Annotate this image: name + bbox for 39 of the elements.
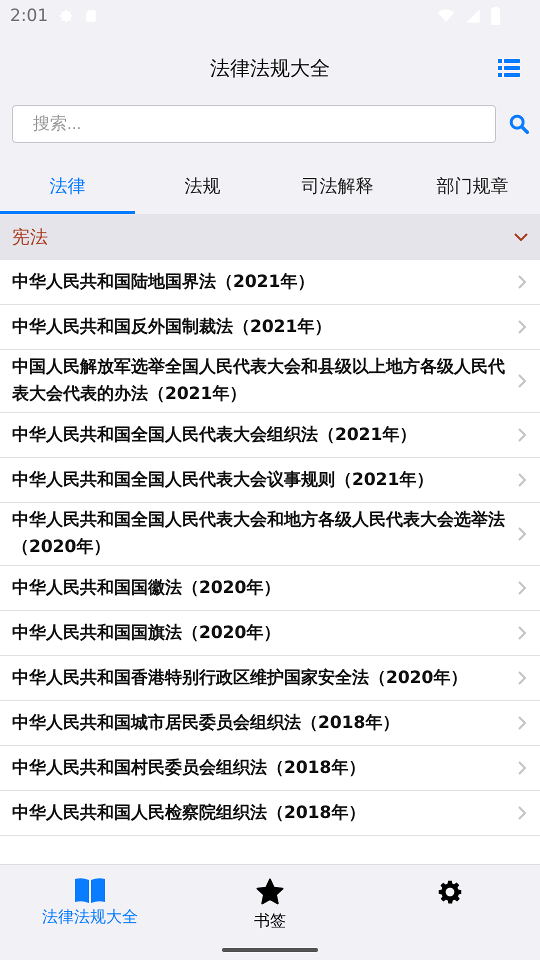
section-header[interactable]: 宪法 (0, 214, 540, 260)
chevron-icon (518, 716, 526, 730)
chevron-icon (514, 232, 528, 242)
star-icon (255, 877, 285, 907)
book-icon (74, 877, 106, 903)
search-field[interactable]: 搜索... (12, 105, 496, 143)
chevron-icon (518, 527, 526, 541)
law-list-item[interactable]: 中华人民共和国村民委员会组织法（2018年） (0, 746, 540, 791)
chevron-icon (518, 428, 526, 442)
law-list-item[interactable]: 中华人民共和国全国人民代表大会议事规则（2021年） (0, 458, 540, 503)
status-time: 2:01 (10, 6, 48, 26)
law-list-item[interactable]: 中华人民共和国全国人民代表大会和地方各级人民代表大会选举法（2020年） (0, 503, 540, 566)
chevron-icon (518, 581, 526, 595)
tab[interactable]: 法规 (135, 160, 270, 214)
chevron-icon (518, 761, 526, 775)
chevron-icon (518, 320, 526, 334)
app-title: 法律法规大全 (210, 54, 330, 82)
law-list-item[interactable]: 中华人民共和国国旗法（2020年） (0, 611, 540, 656)
tab[interactable]: 部门规章 (405, 160, 540, 214)
chevron-icon (518, 806, 526, 820)
law-list-item[interactable]: 中华人民共和国国徽法（2020年） (0, 566, 540, 611)
chevron-icon (518, 374, 526, 388)
law-list-item[interactable]: 中华人民共和国香港特别行政区维护国家安全法（2020年） (0, 656, 540, 701)
list-icon[interactable] (498, 58, 520, 78)
section-title: 宪法 (12, 226, 48, 249)
law-list-item[interactable]: 中华人民共和国城市居民委员会组织法（2018年） (0, 701, 540, 746)
chevron-icon (518, 473, 526, 487)
chevron-icon (518, 626, 526, 640)
nav-tab[interactable]: 法律法规大全 (0, 865, 180, 935)
law-list-item[interactable]: 中国人民解放军选举全国人民代表大会和县级以上地方各级人民代表大会代表的办法（2021年） (0, 350, 540, 413)
law-list-item[interactable]: 中华人民共和国全国人民代表大会组织法（2021年） (0, 413, 540, 458)
tab[interactable]: 司法解释 (270, 160, 405, 214)
law-list-item[interactable]: 中华人民共和国反外国制裁法（2021年） (0, 305, 540, 350)
search-icon[interactable] (508, 113, 530, 135)
law-list-item[interactable]: 中华人民共和国人民检察院组织法（2018年） (0, 791, 540, 836)
nav-tab[interactable]: 书签 (180, 865, 360, 935)
chevron-icon (518, 275, 526, 289)
law-list-item[interactable]: 中华人民共和国陆地国界法（2021年） (0, 260, 540, 305)
chevron-icon (518, 671, 526, 685)
